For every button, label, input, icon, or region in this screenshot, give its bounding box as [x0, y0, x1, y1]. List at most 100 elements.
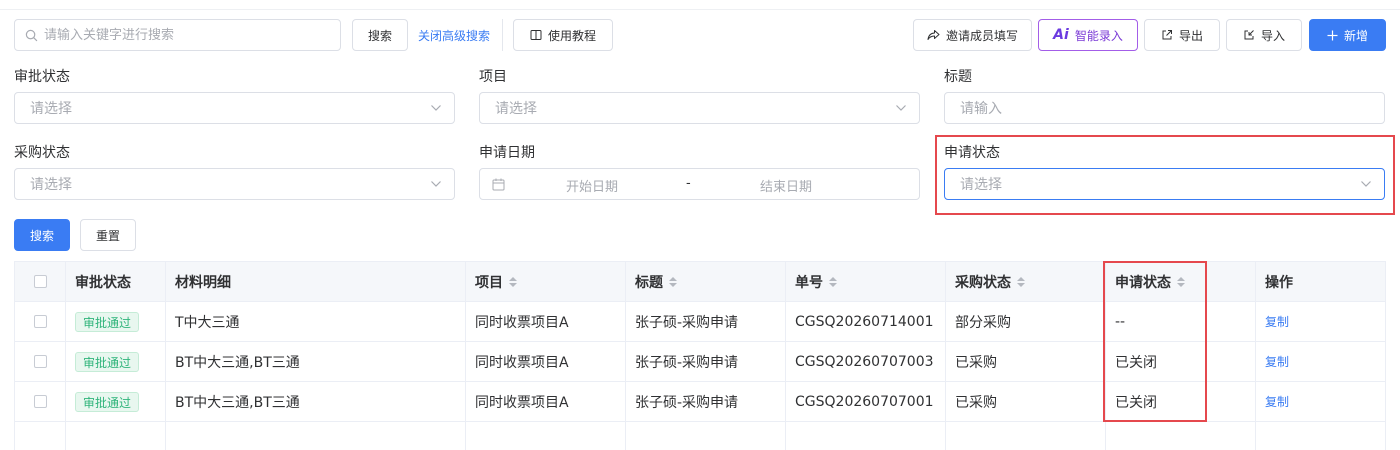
apply-status-select[interactable]: 请选择	[944, 168, 1385, 200]
row-checkbox[interactable]	[34, 315, 47, 328]
title-label: 标题	[944, 69, 972, 85]
apply-status-cell: 已关闭	[1115, 394, 1157, 411]
header-action: 操作	[1265, 274, 1293, 291]
table-row: 审批通过 T中大三通 同时收票项目A 张子硕-采购申请 CGSQ20260714…	[15, 302, 1385, 342]
purchase-status-cell: 部分采购	[955, 314, 1011, 331]
import-button[interactable]: 导入	[1226, 19, 1302, 51]
search-button-label: 搜索	[367, 28, 392, 43]
search-icon	[25, 29, 38, 41]
toggle-advanced-search-link[interactable]: 关闭高级搜索	[418, 27, 490, 44]
project-placeholder: 请选择	[495, 101, 537, 117]
header-purchase-status: 采购状态	[955, 274, 1011, 291]
header-purchase-status-cell[interactable]: 采购状态	[945, 262, 1105, 301]
book-icon	[530, 30, 542, 40]
ai-entry-label: 智能录入	[1074, 28, 1123, 43]
project-cell: 同时收票项目A	[475, 354, 569, 371]
copy-link[interactable]: 复制	[1265, 313, 1289, 330]
column-divider	[1255, 262, 1256, 450]
column-divider	[945, 262, 946, 450]
tutorial-button[interactable]: 使用教程	[513, 19, 613, 51]
column-divider	[1105, 262, 1106, 450]
toolbar-divider	[502, 19, 503, 51]
filter-reset-label: 重置	[95, 228, 120, 243]
header-apply-status-cell[interactable]: 申请状态	[1105, 262, 1255, 301]
approval-status-badge: 审批通过	[75, 391, 140, 412]
project-select[interactable]: 请选择	[479, 92, 920, 124]
purchase-request-table: 审批状态 材料明细 项目 标题 单号 采购状态 申请状态 操作 审批通过 T中大…	[14, 261, 1386, 450]
column-divider	[165, 262, 166, 450]
sort-icon[interactable]	[829, 276, 837, 287]
header-project: 项目	[475, 274, 503, 291]
column-divider	[65, 262, 66, 450]
keyword-search-box[interactable]	[14, 19, 341, 51]
calendar-icon	[492, 178, 505, 191]
approval-status-badge: 审批通过	[75, 311, 140, 332]
action-cell: 复制	[1255, 302, 1385, 341]
title-cell: 张子硕-采购申请	[635, 354, 739, 371]
project-cell: 同时收票项目A	[475, 314, 569, 331]
header-material: 材料明细	[175, 274, 231, 291]
title-placeholder: 请输入	[960, 101, 1002, 117]
row-checkbox-cell	[15, 382, 65, 421]
filter-search-button[interactable]: 搜索	[14, 219, 70, 251]
approval-status-cell: 审批通过	[65, 302, 165, 341]
share-arrow-icon	[927, 30, 940, 40]
sort-icon[interactable]	[509, 276, 517, 287]
number-cell: CGSQ20260707001	[795, 393, 934, 410]
apply-date-range-picker[interactable]: 开始日期 - 结束日期	[479, 168, 920, 200]
purchase-status-select[interactable]: 请选择	[14, 168, 455, 200]
number-cell: CGSQ20260714001	[795, 313, 934, 330]
column-divider	[625, 262, 626, 450]
export-button-label: 导出	[1178, 28, 1203, 43]
row-checkbox-cell	[15, 342, 65, 381]
apply-status-cell: --	[1115, 313, 1126, 330]
row-checkbox[interactable]	[34, 355, 47, 368]
invite-member-button[interactable]: 邀请成员填写	[913, 19, 1032, 51]
material-cell: BT中大三通,BT三通	[175, 354, 300, 371]
chevron-down-icon	[431, 181, 441, 187]
filter-search-label: 搜索	[29, 228, 54, 243]
row-checkbox[interactable]	[34, 395, 47, 408]
plus-icon	[1327, 30, 1338, 40]
invite-member-label: 邀请成员填写	[945, 28, 1018, 43]
purchase-status-cell: 已采购	[955, 354, 997, 371]
ai-logo-icon: Ai	[1053, 27, 1069, 43]
start-date-input[interactable]: 开始日期	[566, 176, 618, 195]
copy-link[interactable]: 复制	[1265, 353, 1289, 370]
table-header: 审批状态 材料明细 项目 标题 单号 采购状态 申请状态 操作	[15, 262, 1385, 302]
sort-icon[interactable]	[669, 276, 677, 287]
action-cell: 复制	[1255, 382, 1385, 421]
approval-status-label: 审批状态	[14, 69, 70, 85]
chevron-down-icon	[1361, 181, 1371, 187]
search-button[interactable]: 搜索	[352, 19, 408, 51]
export-button[interactable]: 导出	[1144, 19, 1220, 51]
purchase-status-label: 采购状态	[14, 145, 70, 161]
approval-status-select[interactable]: 请选择	[14, 92, 455, 124]
apply-status-placeholder: 请选择	[960, 177, 1002, 193]
sort-icon[interactable]	[1177, 276, 1185, 287]
header-approval-status: 审批状态	[75, 274, 131, 291]
ai-entry-button[interactable]: Ai 智能录入	[1038, 19, 1138, 51]
project-label: 项目	[479, 69, 507, 85]
purchase-status-cell: 已采购	[955, 394, 997, 411]
approval-status-placeholder: 请选择	[30, 101, 72, 117]
export-icon	[1162, 30, 1172, 40]
number-cell: CGSQ20260707003	[795, 353, 934, 370]
material-cell: T中大三通	[175, 314, 240, 331]
sort-icon[interactable]	[1017, 276, 1025, 287]
select-all-checkbox[interactable]	[34, 275, 47, 288]
header-number-cell[interactable]: 单号	[785, 262, 945, 301]
keyword-search-input[interactable]	[44, 21, 340, 49]
import-button-label: 导入	[1260, 28, 1285, 43]
header-project-cell[interactable]: 项目	[465, 262, 625, 301]
end-date-input[interactable]: 结束日期	[760, 176, 812, 195]
header-checkbox-cell	[15, 262, 65, 301]
title-input[interactable]: 请输入	[944, 92, 1385, 124]
header-apply-status: 申请状态	[1115, 274, 1171, 291]
approval-status-badge: 审批通过	[75, 351, 140, 372]
header-title-cell[interactable]: 标题	[625, 262, 785, 301]
filter-reset-button[interactable]: 重置	[80, 219, 136, 251]
add-button[interactable]: 新增	[1309, 19, 1386, 51]
copy-link[interactable]: 复制	[1265, 393, 1289, 410]
header-title: 标题	[635, 274, 663, 291]
